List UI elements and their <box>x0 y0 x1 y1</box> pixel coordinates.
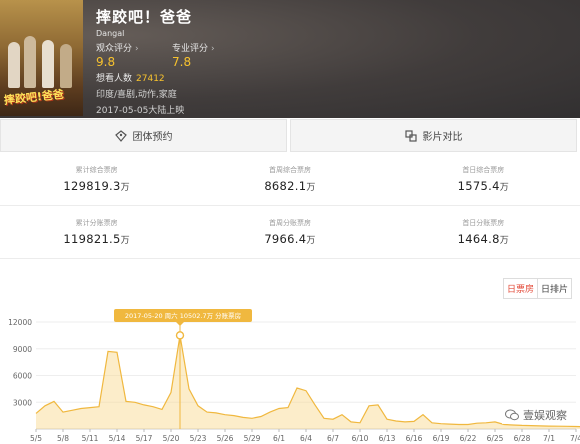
x-tick-label: 6/13 <box>379 434 396 443</box>
x-tick-label: 5/29 <box>244 434 261 443</box>
chart-toggle: 日票房 日排片 <box>502 278 572 299</box>
audience-score-block[interactable]: 观众评分 › 9.8 <box>96 41 172 69</box>
watermark: 壹娱观察 <box>502 406 570 424</box>
stat-value: 7966.4万 <box>264 232 316 246</box>
box-office-area-chart[interactable]: 3000 6000 9000 12000 5/5 5/8 5/11 5/14 5/17 5/20 5… <box>0 262 580 444</box>
x-tick-label: 5/26 <box>217 434 234 443</box>
chevron-right-icon: › <box>135 44 139 54</box>
bookmark-icon <box>114 129 127 142</box>
stat-label: 首周分账票房 <box>268 219 311 227</box>
stat-label: 首日分账票房 <box>462 219 505 227</box>
chevron-right-icon: › <box>211 44 215 54</box>
box-office-stats: 累计综合票房 129819.3万 首周综合票房 8682.1万 首日综合票房 1… <box>0 153 580 259</box>
group-booking-label: 团体预约 <box>132 132 173 143</box>
stat-label: 累计综合票房 <box>75 166 118 174</box>
y-tick-label: 9000 <box>13 345 32 354</box>
compare-icon <box>404 129 417 142</box>
stat-first-day-split: 首日分账票房 1464.8万 <box>387 206 580 258</box>
compare-label: 影片对比 <box>422 132 463 143</box>
daily-box-office-chart: 3000 6000 9000 12000 5/5 5/8 5/11 5/14 5/17 5/20 5… <box>0 262 580 444</box>
y-tick-label: 12000 <box>8 318 32 327</box>
x-tick-label: 5/5 <box>30 434 42 443</box>
movie-genre: 印度/喜剧,动作,家庭 <box>96 90 177 100</box>
x-tick-label: 7/1 <box>543 434 555 443</box>
stat-cumulative-total: 累计综合票房 129819.3万 <box>0 153 193 205</box>
x-tick-label: 5/20 <box>163 434 180 443</box>
x-tick-label: 6/1 <box>273 434 285 443</box>
poster-figure <box>24 36 36 88</box>
stat-first-day-total: 首日综合票房 1575.4万 <box>387 153 580 205</box>
movie-info: 摔跤吧！爸爸 Dangal 观众评分 › 9.8 专业评分 › 7.8 想看人数 27… <box>96 6 248 116</box>
pro-score-label: 专业评分 › <box>172 44 215 54</box>
group-booking-button[interactable]: 团体预约 <box>0 119 287 152</box>
stat-row-total: 累计综合票房 129819.3万 首周综合票房 8682.1万 首日综合票房 1… <box>0 153 580 206</box>
poster-title: 摔跤吧!爸爸 <box>3 87 65 107</box>
watermark-text: 壹娱观察 <box>523 409 567 422</box>
highlight-point <box>175 331 185 340</box>
stat-label: 首日综合票房 <box>462 166 505 174</box>
x-tick-label: 6/10 <box>352 434 369 443</box>
x-tick-label: 6/4 <box>300 434 312 443</box>
daily-schedule-tab[interactable]: 日排片 <box>536 279 571 298</box>
movie-title: 摔跤吧！爸爸 <box>96 8 193 26</box>
x-tick-label: 5/11 <box>82 434 99 443</box>
x-tick-label: 5/17 <box>136 434 153 443</box>
wish-count: 27412 <box>136 74 165 84</box>
audience-score-label: 观众评分 › <box>96 44 139 54</box>
stat-value: 129819.3万 <box>63 179 130 193</box>
stat-value: 8682.1万 <box>264 179 316 193</box>
stat-value: 1575.4万 <box>457 179 509 193</box>
x-tick-label: 6/19 <box>433 434 450 443</box>
x-tick-label: 6/25 <box>487 434 504 443</box>
compare-button[interactable]: 影片对比 <box>290 119 577 152</box>
x-tick-label: 5/14 <box>109 434 126 443</box>
x-tick-label: 6/7 <box>327 434 339 443</box>
audience-score: 9.8 <box>96 55 116 69</box>
x-tick-label: 7/4 <box>570 434 580 443</box>
header-background <box>0 0 580 118</box>
release-date: 2017-05-05大陆上映 <box>96 106 185 116</box>
x-tick-label: 5/23 <box>190 434 207 443</box>
scores: 观众评分 › 9.8 专业评分 › 7.8 <box>96 41 248 69</box>
movie-english-title: Dangal <box>96 29 125 38</box>
y-tick-label: 6000 <box>13 372 32 381</box>
poster-figure <box>60 44 72 88</box>
movie-poster[interactable]: 摔跤吧!爸爸 <box>0 0 83 116</box>
stat-label: 累计分账票房 <box>75 219 118 227</box>
pro-score-block[interactable]: 专业评分 › 7.8 <box>172 41 248 69</box>
stat-value: 1464.8万 <box>457 232 509 246</box>
x-tick-label: 6/22 <box>460 434 477 443</box>
x-tick-label: 6/16 <box>406 434 423 443</box>
x-tick-label: 6/28 <box>514 434 531 443</box>
poster-figure <box>8 42 20 88</box>
wechat-icon <box>505 409 519 421</box>
action-bar: 团体预约 影片对比 <box>0 119 580 152</box>
stat-cumulative-split: 累计分账票房 119821.5万 <box>0 206 193 258</box>
stat-first-week-total: 首周综合票房 8682.1万 <box>193 153 386 205</box>
poster-figure <box>42 40 54 88</box>
wish-count-row: 想看人数 27412 <box>96 74 165 84</box>
series-area <box>36 335 580 429</box>
tooltip-arrow <box>176 322 184 326</box>
stat-row-split: 累计分账票房 119821.5万 首周分账票房 7966.4万 首日分账票房 1… <box>0 206 580 259</box>
stat-first-week-split: 首周分账票房 7966.4万 <box>193 206 386 258</box>
stat-label: 首周综合票房 <box>268 166 311 174</box>
x-tick-label: 5/8 <box>57 434 69 443</box>
y-tick-label: 3000 <box>13 398 32 407</box>
tooltip-text: 2017-05-20 周六 10502.7万 分账票房 <box>125 311 241 320</box>
pro-score: 7.8 <box>172 55 192 69</box>
stat-value: 119821.5万 <box>63 232 130 246</box>
daily-box-office-tab[interactable]: 日票房 <box>504 279 537 298</box>
movie-header: 摔跤吧!爸爸 摔跤吧！爸爸 Dangal 观众评分 › 9.8 专业评分 › 7.8… <box>0 0 580 118</box>
